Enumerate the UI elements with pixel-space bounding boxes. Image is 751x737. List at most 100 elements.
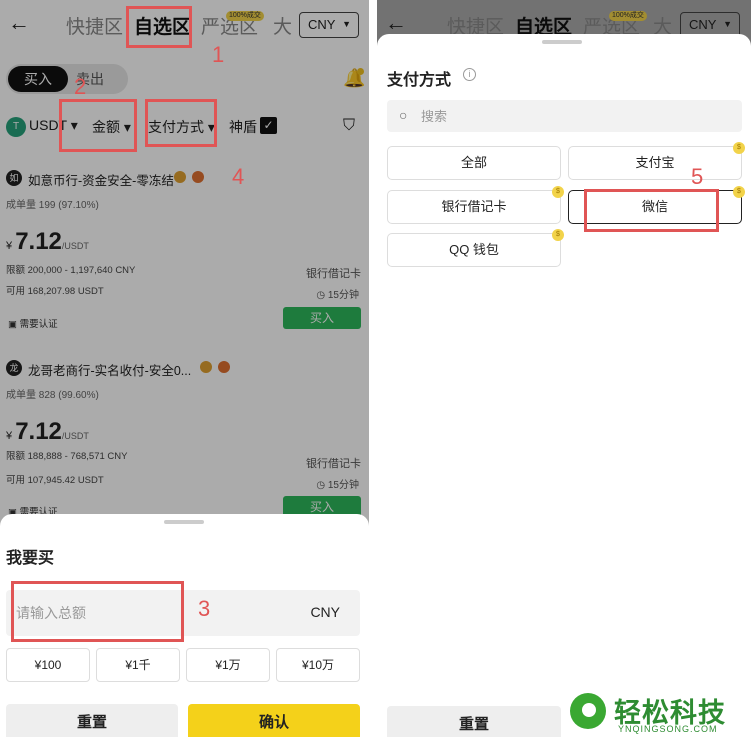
annotation-5: 5: [691, 164, 704, 189]
amount-filter-label: 金额: [92, 119, 120, 135]
buy-tab[interactable]: 买入: [8, 66, 68, 92]
coin-badge-icon: $: [552, 186, 564, 198]
back-arrow-icon[interactable]: ←: [385, 10, 407, 36]
annotation-4: 4: [232, 164, 245, 189]
option-bank-card-label: 银行借记卡: [441, 199, 507, 214]
filter-bar: T USDT ▾ 金额 ▾ 支付方式 ▾ 神盾 ✓ ⛉: [0, 112, 369, 140]
amount-currency: CNY: [310, 604, 340, 620]
merchant-name[interactable]: 龙哥老商行-实名收付-安全0...: [28, 360, 191, 379]
amount-input[interactable]: [16, 590, 216, 636]
caret-down-icon: ▼: [723, 19, 732, 29]
right-screen: ← 快捷区 自选区 严选区 100%成交 大 CNY ▼ 支付方式 i ○ 全部…: [377, 0, 751, 737]
badge-icon: [174, 171, 186, 183]
option-qq-wallet-label: QQ 钱包: [449, 242, 499, 257]
shield-label: 神盾: [229, 119, 257, 135]
payment-method: 银行借记卡: [306, 268, 361, 280]
limit-text: 限额 200,000 - 1,197,640 CNY: [6, 265, 136, 276]
currency-label: CNY: [689, 17, 717, 32]
notification-dot: [357, 68, 364, 75]
reset-button[interactable]: 重置: [6, 704, 178, 737]
tab-big[interactable]: 大: [273, 12, 292, 39]
confirm-button[interactable]: 确认: [188, 704, 360, 737]
price-unit: /USDT: [61, 241, 89, 251]
merchant-name[interactable]: 如意币行-资金安全-零冻结: [28, 170, 174, 189]
search-field: ○: [387, 100, 742, 132]
currency-label: CNY: [308, 17, 336, 32]
quick-amount-10k[interactable]: ¥1万: [186, 648, 270, 682]
currency-select[interactable]: CNY ▼: [299, 12, 359, 38]
price-value: 7.12: [15, 228, 62, 255]
watermark-logo: 轻松科技 YNQINGSONG.COM: [566, 691, 751, 737]
logo-icon: [570, 693, 606, 729]
option-bank-card[interactable]: 银行借记卡 $: [387, 186, 564, 224]
logo-subtext: YNQINGSONG.COM: [618, 724, 718, 734]
available-text: 可用 107,945.42 USDT: [6, 475, 104, 486]
annotation-2: 2: [74, 74, 87, 99]
payment-filter-label: 支付方式: [148, 119, 204, 135]
option-alipay-label: 支付宝: [635, 155, 675, 170]
merchant-card: 龙 龙哥老商行-实名收付-安全0... 成单量 828 (99.60%) ¥ 7…: [0, 360, 369, 540]
merchant-stats: 成单量 828 (99.60%): [6, 390, 99, 401]
buy-sell-toggle: 买入 卖出: [6, 64, 128, 94]
merchant-stats: 成单量 199 (97.10%): [6, 200, 99, 211]
info-icon[interactable]: i: [463, 68, 476, 81]
price: ¥ 7.12/USDT: [6, 418, 89, 445]
buy-sheet: 我要买 CNY ¥100 ¥1千 ¥1万 ¥10万 重置 确认: [0, 514, 369, 737]
filter-funnel-icon[interactable]: ⛉: [343, 117, 355, 135]
caret-down-icon: ▼: [342, 19, 351, 29]
verify-label: 需要认证: [19, 319, 58, 330]
shield-checkbox[interactable]: ✓: [260, 117, 277, 134]
coin-badge-icon: $: [552, 229, 564, 241]
reset-button[interactable]: 重置: [387, 706, 561, 737]
usdt-coin-icon: T: [6, 117, 26, 137]
coin-filter[interactable]: USDT ▾: [29, 117, 78, 134]
search-input[interactable]: [421, 100, 721, 132]
left-screen: ← 快捷区 自选区 严选区 100%成交 大 CNY ▼ 买入 卖出 🔔 T U…: [0, 0, 369, 737]
annotation-1: 1: [212, 42, 225, 67]
amount-filter[interactable]: 金额 ▾: [92, 117, 131, 137]
payment-filter[interactable]: 支付方式 ▾: [148, 117, 215, 137]
buy-button[interactable]: 买入: [283, 307, 361, 329]
badge-icon: [200, 361, 212, 373]
shield-badge-icon: [192, 171, 204, 183]
merchant-card: 如 如意币行-资金安全-零冻结 成单量 199 (97.10%) ¥ 7.12/…: [0, 170, 369, 350]
verify-tag: ▣ 需要认证: [8, 319, 58, 330]
coin-badge-icon: $: [733, 142, 745, 154]
option-alipay[interactable]: 支付宝 $: [568, 142, 745, 180]
sheet-title: 我要买: [6, 550, 55, 567]
tab-custom[interactable]: 自选区: [134, 12, 191, 39]
option-all[interactable]: 全部: [387, 146, 561, 180]
amount-field: CNY: [6, 590, 360, 636]
price-unit: /USDT: [61, 431, 89, 441]
merchant-avatar: 如: [6, 170, 22, 186]
coin-filter-label: USDT: [29, 117, 67, 133]
payment-sheet: 支付方式 i ○ 全部 支付宝 $ 银行借记卡 $ 微信 $ QQ 钱包 $ 重置: [377, 34, 751, 737]
coin-badge-icon: $: [733, 186, 745, 198]
timer-value: 15分钟: [327, 480, 359, 491]
timer: ◷ 15分钟: [316, 290, 359, 301]
sheet-handle[interactable]: [542, 40, 582, 44]
timer-value: 15分钟: [327, 290, 359, 301]
quick-amount-1k[interactable]: ¥1千: [96, 648, 180, 682]
quick-amount-100k[interactable]: ¥10万: [276, 648, 360, 682]
timer: ◷ 15分钟: [316, 480, 359, 491]
tab-quick[interactable]: 快捷区: [66, 12, 123, 39]
sheet-handle[interactable]: [164, 520, 204, 524]
back-arrow-icon[interactable]: ←: [8, 10, 30, 36]
annotation-3: 3: [198, 596, 211, 621]
price: ¥ 7.12/USDT: [6, 228, 89, 255]
option-wechat[interactable]: 微信 $: [568, 186, 745, 224]
available-text: 可用 168,207.98 USDT: [6, 286, 104, 297]
merchant-avatar: 龙: [6, 360, 22, 376]
option-wechat-label: 微信: [641, 199, 668, 214]
divider: [369, 0, 377, 737]
tab-badge: 100%成交: [609, 11, 647, 21]
payment-title: 支付方式: [387, 72, 452, 89]
header: ← 快捷区 自选区 严选区 100%成交 大 CNY ▼: [0, 0, 369, 50]
price-value: 7.12: [15, 418, 62, 445]
limit-text: 限额 188,888 - 768,571 CNY: [6, 451, 128, 462]
shield-badge-icon: [218, 361, 230, 373]
quick-amount-100[interactable]: ¥100: [6, 648, 90, 682]
option-qq-wallet[interactable]: QQ 钱包 $: [387, 229, 564, 267]
tab-badge: 100%成交: [226, 11, 264, 21]
